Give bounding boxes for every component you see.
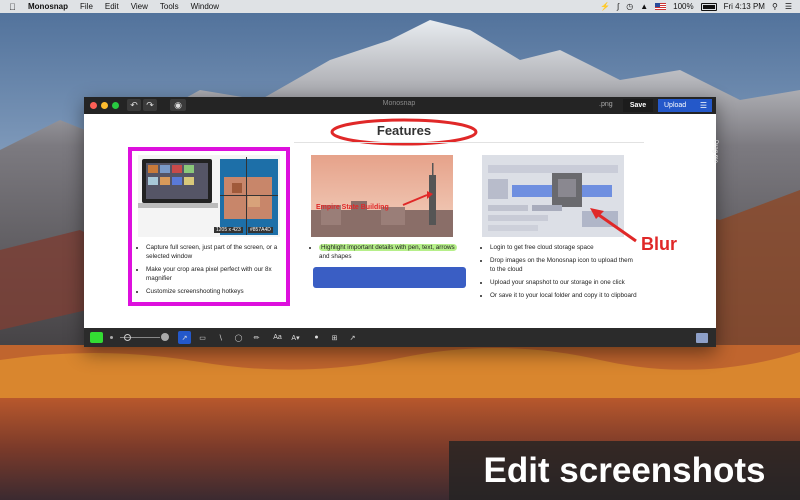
highlighted-text: Highlight important details with pen, te… <box>319 244 457 251</box>
crop-tool-icon[interactable]: ⊞ <box>328 331 341 344</box>
battery-percent[interactable]: 100% <box>673 2 693 11</box>
line-tool-icon[interactable]: ∖ <box>214 331 227 344</box>
feature-list-capture: Capture full screen, just part of the sc… <box>136 243 286 300</box>
red-arrow-annotation[interactable] <box>584 205 644 247</box>
capture-camera-button[interactable]: ◉ <box>170 99 186 111</box>
text-style-tool-icon[interactable]: A▾ <box>289 331 302 344</box>
menu-view[interactable]: View <box>131 2 148 11</box>
blur-tool-icon[interactable]: ● <box>310 331 323 344</box>
arrow-tool-icon[interactable]: ↗ <box>178 331 191 344</box>
menu-bar:  Monosnap File Edit View Tools Window ⚡… <box>0 0 800 13</box>
notification-center-icon[interactable]: ☰ <box>785 2 792 11</box>
upload-label: Upload <box>664 102 687 109</box>
list-item: Login to get free cloud storage space <box>490 243 638 252</box>
resize-tool-icon[interactable]: ↗ <box>346 331 359 344</box>
list-item-continuation: and shapes <box>319 253 352 260</box>
input-source-flag-icon[interactable] <box>655 3 667 10</box>
clock[interactable]: Fri 4:13 PM <box>724 2 765 11</box>
drag-handle-label[interactable]: Drag me <box>712 140 718 163</box>
window-titlebar[interactable]: ↶ ↷ ◉ Monosnap .png Save Upload ☰ <box>84 97 716 114</box>
feature-list-annotate: Highlight important details with pen, te… <box>309 243 459 265</box>
size-badge: 1205 x 423 <box>214 227 243 233</box>
monosnap-editor-window: ↶ ↷ ◉ Monosnap .png Save Upload ☰ Featur… <box>84 97 716 347</box>
list-item: Drop images on the Monosnap icon to uplo… <box>490 256 638 274</box>
color-picker-button[interactable] <box>90 332 103 343</box>
color-badge: #857A4D <box>248 227 273 233</box>
blur-annotation-label: Blur <box>641 234 677 254</box>
bluetooth-icon[interactable]: ∫ <box>617 2 619 11</box>
gallery-icon[interactable] <box>696 333 708 343</box>
screenshot-thumbnail-laptop <box>138 155 280 237</box>
thick-stroke-icon <box>161 333 169 341</box>
undo-button[interactable]: ↶ <box>127 99 141 111</box>
menu-extras: ⚡ ∫ ◷ ▲ 100% Fri 4:13 PM ⚲ ☰ <box>600 0 792 13</box>
menu-app-name[interactable]: Monosnap <box>28 2 68 11</box>
wifi-icon[interactable]: ▲ <box>640 2 648 11</box>
format-selector[interactable]: .png <box>599 101 613 108</box>
redo-button[interactable]: ↷ <box>143 99 157 111</box>
blue-rectangle-annotation[interactable] <box>313 267 466 288</box>
timemachine-icon[interactable]: ◷ <box>626 2 633 11</box>
list-item: Highlight important details with pen, te… <box>319 243 459 261</box>
pen-tool-icon[interactable]: ✏ <box>250 331 263 344</box>
spotlight-icon[interactable]: ⚲ <box>772 2 778 11</box>
window-title: Monosnap <box>382 100 416 107</box>
save-button[interactable]: Save <box>623 99 653 112</box>
heading-divider <box>294 142 644 143</box>
minimize-window-button[interactable] <box>101 102 108 109</box>
upload-button[interactable]: Upload ☰ <box>658 99 712 112</box>
monosnap-status-icon[interactable]: ⚡ <box>600 2 610 11</box>
editor-toolbar: ↗ ▭ ∖ ◯ ✏ Aa A▾ ● ⊞ ↗ <box>84 328 716 347</box>
thin-stroke-icon <box>110 336 113 339</box>
screenshot-thumbnail-city <box>311 155 453 237</box>
list-item: Or save it to your local folder and copy… <box>490 291 638 300</box>
list-item: Customize screenshooting hotkeys <box>146 287 286 296</box>
apple-menu-icon[interactable]:  <box>9 2 19 12</box>
promo-caption: Edit screenshots <box>449 441 800 500</box>
battery-icon[interactable] <box>700 2 717 11</box>
feature-list-cloud: Login to get free cloud storage space Dr… <box>480 243 638 304</box>
menu-file[interactable]: File <box>80 2 93 11</box>
close-window-button[interactable] <box>90 102 97 109</box>
menu-window[interactable]: Window <box>191 2 219 11</box>
image-label-annotation: Empire State Building <box>316 204 389 211</box>
list-item: Make your crop area pixel perfect with o… <box>146 265 286 283</box>
rectangle-tool-icon[interactable]: ▭ <box>196 331 209 344</box>
stroke-slider-knob[interactable] <box>124 334 131 341</box>
upload-menu-icon[interactable]: ☰ <box>700 101 707 110</box>
list-item: Upload your snapshot to our storage in o… <box>490 278 638 287</box>
red-ellipse-annotation[interactable] <box>306 115 506 151</box>
zoom-window-button[interactable] <box>112 102 119 109</box>
ellipse-tool-icon[interactable]: ◯ <box>232 331 245 344</box>
list-item: Capture full screen, just part of the sc… <box>146 243 286 261</box>
menu-edit[interactable]: Edit <box>105 2 119 11</box>
text-tool-icon[interactable]: Aa <box>271 331 284 344</box>
menu-tools[interactable]: Tools <box>160 2 179 11</box>
